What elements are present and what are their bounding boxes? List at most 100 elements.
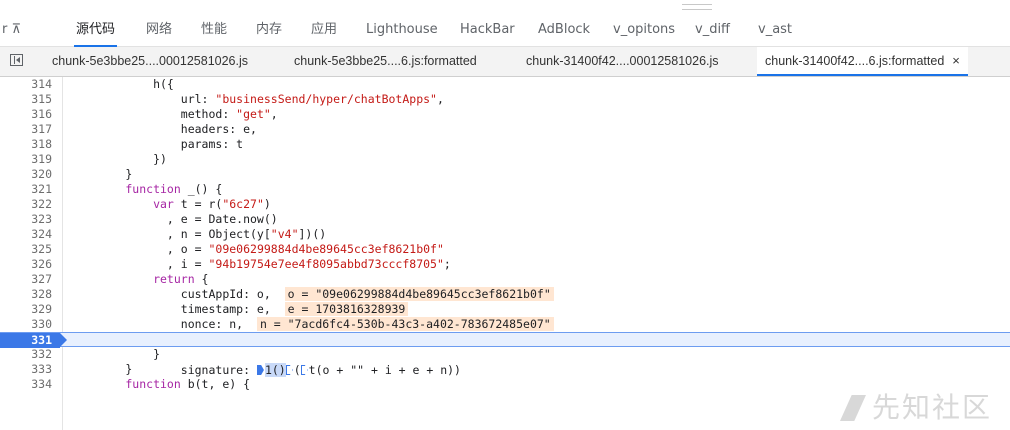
file-tab-label: chunk-31400f42....6.js:formatted <box>765 54 945 68</box>
string-literal: "businessSend/hyper/chatBotApps" <box>215 92 437 106</box>
line-number[interactable]: 328 <box>0 287 52 302</box>
string-literal: "v4" <box>270 227 299 241</box>
code-line: 318 params: t <box>0 137 1010 152</box>
tab-application[interactable]: 应用 <box>311 14 337 46</box>
devtools-drag-bar[interactable] <box>0 0 1010 14</box>
code-text: } <box>70 362 133 376</box>
inline-value-badge[interactable]: e = 1703816328939 <box>284 302 409 316</box>
code-text: t = r( <box>173 197 223 211</box>
line-number[interactable]: 317 <box>0 122 52 137</box>
code-line: 329 timestamp: e, e = 1703816328939 <box>0 302 1010 317</box>
tab-v-opitons[interactable]: v_opitons <box>613 14 675 46</box>
line-number[interactable]: 330 <box>0 317 52 332</box>
file-tab-active[interactable]: chunk-31400f42....6.js:formatted × <box>757 47 968 76</box>
watermark-text: 先知社区 <box>871 391 992 424</box>
code-text: ])() <box>298 227 327 241</box>
code-text: headers: e, <box>70 122 257 136</box>
code-text: } <box>70 347 161 361</box>
code-line: 330 nonce: n, n = "7acd6fc4-530b-43c3-a4… <box>0 317 1010 332</box>
line-number[interactable]: 322 <box>0 197 52 212</box>
code-text: , i = <box>70 257 209 271</box>
watermark-logo-icon <box>839 395 866 421</box>
file-tab[interactable]: chunk-31400f42....00012581026.js <box>526 47 719 76</box>
code-text: ; <box>443 257 451 271</box>
code-line: 315 url: "businessSend/hyper/chatBotApps… <box>0 92 1010 107</box>
string-literal: "6c27" <box>222 197 264 211</box>
tab-memory[interactable]: 内存 <box>256 14 282 46</box>
code-text: params: t <box>70 137 244 151</box>
keyword: var <box>70 197 174 211</box>
line-number[interactable]: 323 <box>0 212 52 227</box>
file-tab[interactable]: chunk-5e3bbe25....00012581026.js <box>52 47 248 76</box>
line-number[interactable]: 324 <box>0 227 52 242</box>
code-line: 328 custAppId: o, o = "09e06299884d4be89… <box>0 287 1010 302</box>
code-line: 319 }) <box>0 152 1010 167</box>
resize-grip-icon[interactable] <box>682 4 712 10</box>
current-execution-line: 331 signature: 1()(t(o + "" + i + e + n)… <box>0 332 1010 377</box>
line-number[interactable]: 319 <box>0 152 52 167</box>
code-text: custAppId: o, <box>70 287 285 301</box>
line-number[interactable]: 314 <box>0 77 52 92</box>
tab-network[interactable]: 网络 <box>146 14 172 46</box>
tab-adblock[interactable]: AdBlock <box>538 14 590 46</box>
tab-lighthouse[interactable]: Lighthouse <box>366 14 438 46</box>
code-text: , <box>436 92 444 106</box>
code-text: b(t, e) { <box>180 377 251 391</box>
line-number[interactable]: 334 <box>0 377 52 392</box>
line-number[interactable]: 318 <box>0 137 52 152</box>
string-literal: "get" <box>236 107 271 121</box>
string-literal: "09e06299884d4be89645cc3ef8621b0f" <box>208 242 444 256</box>
line-number[interactable]: 316 <box>0 107 52 122</box>
line-number[interactable]: 326 <box>0 257 52 272</box>
code-line: 327 return { <box>0 272 1010 287</box>
editor-file-tabs: chunk-5e3bbe25....00012581026.js chunk-5… <box>0 47 1010 77</box>
code-line: 320 } <box>0 167 1010 182</box>
line-number[interactable]: 321 <box>0 182 52 197</box>
line-number[interactable]: 333 <box>0 362 52 377</box>
toggle-navigator-icon[interactable] <box>10 54 23 66</box>
line-number[interactable]: 315 <box>0 92 52 107</box>
code-line: 314 h({ <box>0 77 1010 92</box>
line-number[interactable]: 325 <box>0 242 52 257</box>
line-number[interactable]: 332 <box>0 347 52 362</box>
breakpoint-marker[interactable]: 331 <box>0 333 67 348</box>
code-text: , n = Object(y[ <box>70 227 271 241</box>
code-line: 326 , i = "94b19754e7ee4f8095abbd73cccf8… <box>0 257 1010 272</box>
code-line: 333 } <box>0 362 1010 377</box>
inline-value-badge[interactable]: n = "7acd6fc4-530b-43c3-a402-783672485e0… <box>256 317 554 331</box>
code-text: _() { <box>180 182 223 196</box>
code-text: , <box>270 107 278 121</box>
code-line: 323 , e = Date.now() <box>0 212 1010 227</box>
close-icon[interactable]: × <box>952 53 960 68</box>
code-line: 316 method: "get", <box>0 107 1010 122</box>
tab-v-ast[interactable]: v_ast <box>758 14 792 46</box>
code-text: { <box>194 272 209 286</box>
code-line: 324 , n = Object(y["v4"])() <box>0 227 1010 242</box>
code-text: url: <box>70 92 216 106</box>
code-text: nonce: n, <box>70 317 257 331</box>
line-number[interactable]: 320 <box>0 167 52 182</box>
code-text: ) <box>263 197 271 211</box>
code-line: 322 var t = r("6c27") <box>0 197 1010 212</box>
line-number[interactable]: 331 <box>0 333 52 348</box>
code-text: timestamp: e, <box>70 302 285 316</box>
line-number[interactable]: 329 <box>0 302 52 317</box>
string-literal: "94b19754e7ee4f8095abbd73cccf8705" <box>208 257 444 271</box>
code-line: 317 headers: e, <box>0 122 1010 137</box>
code-line: 321 function _() { <box>0 182 1010 197</box>
file-tab[interactable]: chunk-5e3bbe25....6.js:formatted <box>294 47 477 76</box>
tab-hackbar[interactable]: HackBar <box>460 14 515 46</box>
code-text: } <box>70 167 133 181</box>
code-text: method: <box>70 107 237 121</box>
code-line: 325 , o = "09e06299884d4be89645cc3ef8621… <box>0 242 1010 257</box>
tab-performance[interactable]: 性能 <box>201 14 227 46</box>
keyword: return <box>70 272 195 286</box>
code-editor[interactable]: 314 h({ 315 url: "businessSend/hyper/cha… <box>0 77 1010 430</box>
tab-sources[interactable]: 源代码 <box>73 14 118 47</box>
devtools-panel-tabs: r ⊼ 源代码 网络 性能 内存 应用 Lighthouse HackBar A… <box>0 14 1010 47</box>
inline-value-badge[interactable]: o = "09e06299884d4be89645cc3ef8621b0f" <box>284 287 554 301</box>
line-number[interactable]: 327 <box>0 272 52 287</box>
tab-v-diff[interactable]: v_diff <box>695 14 730 46</box>
code-text: h({ <box>70 77 174 91</box>
tab-overflow[interactable]: r ⊼ <box>2 14 21 46</box>
